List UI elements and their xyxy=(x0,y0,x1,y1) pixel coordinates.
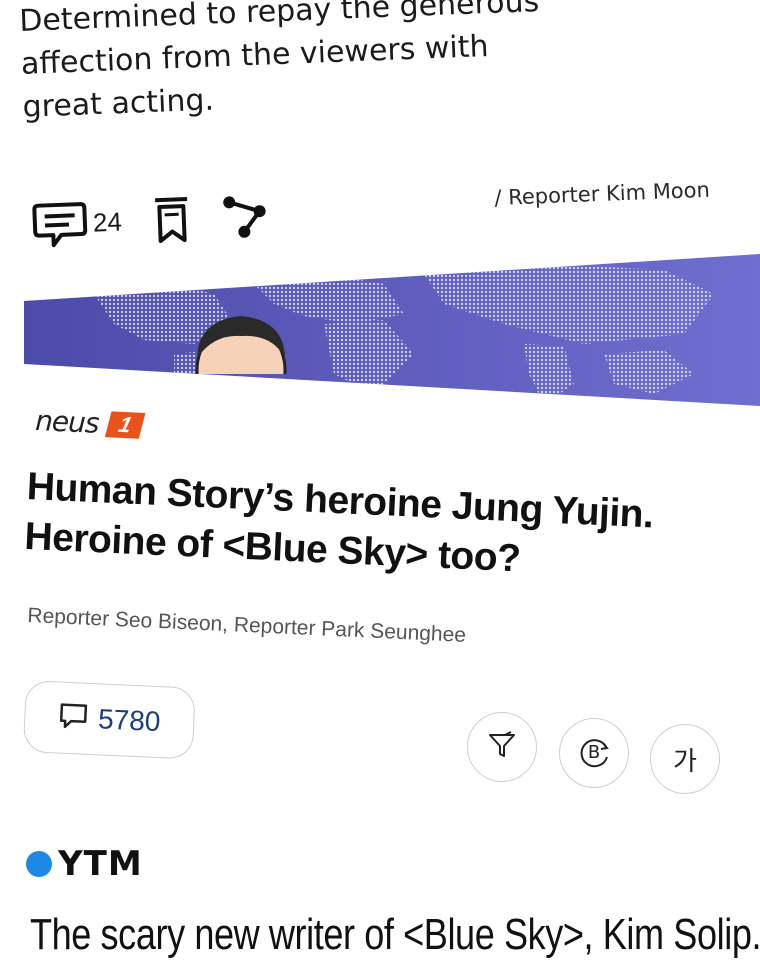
ytm-headline: The scary new writer of <Blue Sky>, Kim … xyxy=(30,910,760,959)
bookmark-icon[interactable] xyxy=(151,194,193,245)
avatar xyxy=(192,312,290,374)
filter-icon xyxy=(487,730,517,764)
b-refresh-button[interactable]: B xyxy=(559,718,629,788)
comment-count: 24 xyxy=(92,206,123,238)
ytm-logo-text: YTM xyxy=(58,844,143,884)
neus-logo: neus 1 xyxy=(34,404,146,442)
comment-icon[interactable] xyxy=(30,198,90,250)
comment-total: 5780 xyxy=(97,703,162,738)
intro-paragraph: Determined to repay the generous affecti… xyxy=(18,0,643,129)
neus-logo-text: neus xyxy=(34,404,100,440)
share-icon[interactable] xyxy=(221,191,269,243)
news-byline: Reporter Seo Biseon, Reporter Park Seung… xyxy=(26,604,467,647)
refresh-icon: B xyxy=(576,735,612,771)
news-banner xyxy=(24,254,760,406)
neus-logo-badge: 1 xyxy=(105,410,146,439)
ytm-dot-icon xyxy=(26,851,52,877)
filter-button[interactable] xyxy=(467,712,537,782)
reporter-credit: / Reporter Kim Moon xyxy=(494,177,711,210)
font-size-button[interactable]: 가 xyxy=(650,724,720,794)
ytm-logo: YTM xyxy=(26,844,143,884)
comment-outline-icon xyxy=(57,702,88,735)
b-label: B xyxy=(587,742,601,763)
comment-count-button[interactable]: 5780 xyxy=(22,680,196,760)
article-action-bar: 24 xyxy=(30,191,269,250)
news-headline: Human Story’s heroine Jung Yujin. Heroin… xyxy=(23,462,727,594)
